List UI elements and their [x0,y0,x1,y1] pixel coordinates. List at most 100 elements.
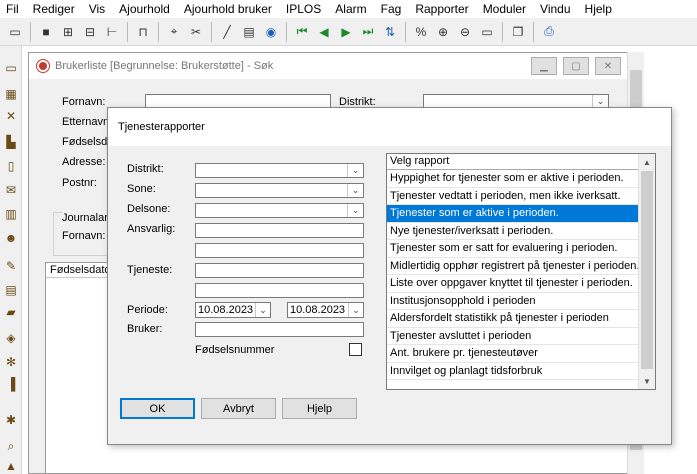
report-listbox[interactable]: Velg rapport Hyppighet for tjenester som… [386,153,656,390]
menu-item-hjelp[interactable]: Hjelp [585,2,612,16]
delsone-label: Delsone: [127,203,171,215]
report-list-item[interactable]: Aldersfordelt statistikk på tjenester i … [387,310,639,328]
dialog-title: Tjenesterapporter [108,108,671,146]
chevron-down-icon[interactable]: ⌄ [255,303,270,317]
note-icon[interactable]: ▤ [3,282,19,298]
lock-icon[interactable]: ⊓ [134,23,152,41]
first-record-icon[interactable]: ⏮ [293,23,311,41]
calendar-icon[interactable]: ▦ [3,86,19,102]
sone-select[interactable]: ⌄ [195,183,364,198]
clipboard-icon[interactable]: ▯ [3,158,19,174]
ruler-icon[interactable]: ▭ [478,23,496,41]
report-list-item[interactable]: Ant. brukere pr. tjenesteutøver [387,345,639,363]
minimize-button[interactable]: ▁ [531,57,557,75]
map-icon[interactable]: ▲ [3,458,19,474]
menu-item-alarm[interactable]: Alarm [335,2,366,16]
shield-icon[interactable]: ◈ [3,330,19,346]
tree-collapse-icon[interactable]: ⊟ [81,23,99,41]
next-record-icon[interactable]: ▶ [337,23,355,41]
globe-icon[interactable]: ◉ [262,23,280,41]
menu-item-vis[interactable]: Vis [89,2,105,16]
tjeneste-input[interactable] [195,263,364,278]
report-list-item[interactable]: Tjenester som er aktive i perioden. [387,205,639,223]
documents-icon[interactable]: ❐ [509,23,527,41]
toolbar-separator [127,21,128,42]
previous-record-icon[interactable]: ◀ [315,23,333,41]
distrikt-select[interactable]: ⌄ [195,163,364,178]
exit-icon[interactable]: ▐ [3,376,19,392]
users-icon[interactable]: ☻ [3,230,19,246]
period-from-date[interactable]: 10.08.2023 ⌄ [195,302,271,318]
help-button[interactable]: Hjelp [282,398,357,419]
report-list-item[interactable]: Nye tjenester/iverksatt i perioden. [387,223,639,240]
report-list-item[interactable]: Liste over oppgaver knyttet til tjeneste… [387,275,639,293]
report-list-item[interactable]: Hyppighet for tjenester som er aktive i … [387,170,639,188]
save-icon[interactable]: ■ [37,23,55,41]
chevron-down-icon[interactable]: ⌄ [348,303,363,317]
folder-icon[interactable]: ▭ [3,60,19,76]
delsone-select[interactable]: ⌄ [195,203,364,218]
folder-open-icon[interactable]: ▭ [6,23,24,41]
sort-icon[interactable]: ⇅ [381,23,399,41]
last-record-icon[interactable]: ⏭ [359,23,377,41]
pin-icon[interactable]: ⌖ [165,23,183,41]
fodselsnummer-checkbox[interactable] [349,343,362,356]
pencil-icon[interactable]: ╱ [218,23,236,41]
ok-button[interactable]: OK [120,398,195,419]
tree-icon[interactable]: ⊢ [103,23,121,41]
ansvarlig-label: Ansvarlig: [127,223,176,235]
zoom-out-icon[interactable]: ⊖ [456,23,474,41]
tjeneste-name-field [195,283,364,298]
journal-label: Journalar [62,212,110,224]
menu-item-ajourhold-bruker[interactable]: Ajourhold bruker [184,2,272,16]
building-icon[interactable]: ▙ [3,134,19,150]
tree-expand-icon[interactable]: ⊞ [59,23,77,41]
scroll-thumb[interactable] [641,171,653,369]
print-icon[interactable]: ⎙ [540,23,558,41]
period-to-date[interactable]: 10.08.2023 ⌄ [287,302,364,318]
ansvarlig-input[interactable] [195,223,364,238]
cancel-button[interactable]: Avbryt [201,398,276,419]
stack-icon[interactable]: ▰ [3,304,19,320]
report-list-item[interactable]: Tjenester som er satt for evaluering i p… [387,240,639,258]
gear-icon[interactable]: ✻ [3,354,19,370]
zoom-in-icon[interactable]: ⊕ [434,23,452,41]
brukerliste-title: Brukerliste [Begrunnelse: Brukerstøtte] … [55,60,274,72]
menu-item-iplos[interactable]: IPLOS [286,2,321,16]
percent-icon[interactable]: % [412,23,430,41]
report-list-item[interactable]: Innvilget og planlagt tidsforbruk [387,363,639,380]
toolbar-separator [286,21,287,42]
menu-item-fil[interactable]: Fil [6,2,19,16]
chevron-up-icon[interactable]: ▲ [639,154,655,170]
maximize-button[interactable]: ▢ [563,57,589,75]
mail-icon[interactable]: ✉ [3,182,19,198]
search-icon[interactable]: ⌕ [3,438,19,454]
menu-item-rediger[interactable]: Rediger [33,2,75,16]
report-list-scrollbar[interactable]: ▲ ▼ [638,154,655,389]
close-button[interactable]: ✕ [595,57,621,75]
tools-icon[interactable]: ✂ [187,23,205,41]
fornavn-input[interactable] [145,94,331,108]
toolbar-separator [502,21,503,42]
report-list-item[interactable]: Institusjonsopphold i perioden [387,293,639,310]
lightbulb-icon[interactable]: ✱ [3,412,19,428]
pen-icon[interactable]: ✎ [3,258,19,274]
toolbar-separator [30,21,31,42]
tools-icon[interactable]: ✕ [3,108,19,124]
menu-item-rapporter[interactable]: Rapporter [415,2,468,16]
distrikt-label: Distrikt: [127,163,164,175]
adresse-label: Adresse: [62,156,106,168]
book-icon[interactable]: ▥ [3,206,19,222]
card-icon[interactable]: ▤ [240,23,258,41]
report-list-item[interactable]: Tjenester vedtatt i perioden, men ikke i… [387,188,639,205]
period-to-value: 10.08.2023 [290,304,346,316]
menu-item-vindu[interactable]: Vindu [540,2,570,16]
bruker-input[interactable] [195,322,364,337]
report-list-item[interactable]: Tjenester avsluttet i perioden [387,328,639,345]
menu-item-ajourhold[interactable]: Ajourhold [119,2,170,16]
menu-item-fag[interactable]: Fag [381,2,402,16]
menu-item-moduler[interactable]: Moduler [483,2,526,16]
report-list-item[interactable]: Midlertidig opphør registrert på tjenest… [387,258,639,275]
chevron-down-icon[interactable]: ▼ [639,373,655,389]
side-toolbar: ▭ ▦ ✕ ▙ ▯ ✉ ▥ ☻ ✎ ▤ ▰ ◈ ✻ ▐ ✱ ⌕ ▲ [0,46,22,474]
